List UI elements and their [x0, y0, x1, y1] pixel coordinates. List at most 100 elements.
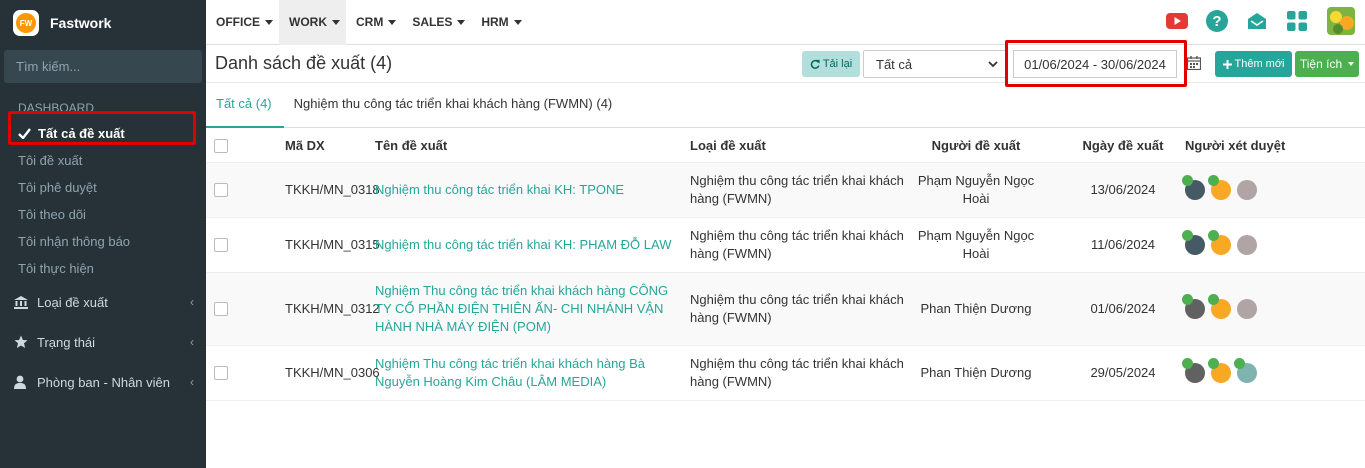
- row-code: TKKH/MN_0312: [285, 301, 380, 316]
- header-person[interactable]: Người đề xuất: [910, 129, 1042, 162]
- row-reviewers: [1182, 218, 1325, 272]
- header-type[interactable]: Loại đề xuất: [690, 129, 910, 162]
- help-icon[interactable]: ?: [1205, 9, 1229, 33]
- row-date: 13/06/2024: [1090, 182, 1156, 197]
- caret-down-icon: [388, 19, 397, 25]
- date-range-input[interactable]: 01/06/2024 - 30/06/2024: [1013, 50, 1177, 78]
- row-checkbox[interactable]: [214, 183, 228, 197]
- sidebar-group-status[interactable]: Trạng thái ‹: [0, 322, 206, 362]
- row-type: Nghiệm thu công tác triển khai khách hàn…: [690, 356, 904, 389]
- sidebar-search: [4, 50, 202, 83]
- approved-check-icon: [1182, 294, 1193, 305]
- select-all-checkbox[interactable]: [214, 138, 228, 153]
- sidebar-item-my-approvals[interactable]: Tôi phê duyệt: [0, 174, 206, 201]
- toolbar: Danh sách đề xuất (4) Tải lại Tất cả 01/…: [206, 45, 1365, 83]
- user-icon: [14, 375, 26, 389]
- caret-down-icon: [457, 19, 466, 25]
- caret-down-icon: [513, 19, 522, 25]
- reviewer-avatar[interactable]: [1208, 358, 1231, 383]
- sidebar-item-label: Tất cả đề xuất: [38, 126, 125, 141]
- filter-select[interactable]: Tất cả: [863, 50, 1007, 78]
- youtube-icon[interactable]: [1165, 9, 1189, 33]
- bank-icon: [14, 295, 28, 309]
- sidebar-item-executing[interactable]: Tôi thực hiện: [0, 255, 206, 282]
- check-icon: [18, 128, 31, 139]
- apps-icon[interactable]: [1285, 9, 1309, 33]
- table-row[interactable]: TKKH/MN_0318 Nghiệm thu công tác triển k…: [206, 163, 1365, 218]
- nav-crm[interactable]: CRM: [346, 0, 402, 45]
- row-name-link[interactable]: Nghiệm Thu công tác triển khai khách hàn…: [375, 273, 685, 345]
- approved-check-icon: [1182, 175, 1193, 186]
- row-checkbox[interactable]: [214, 366, 228, 380]
- reviewer-avatar[interactable]: [1237, 180, 1257, 200]
- row-code: TKKH/MN_0306: [285, 365, 380, 380]
- row-date: 29/05/2024: [1090, 365, 1156, 380]
- reviewer-avatar[interactable]: [1182, 358, 1205, 383]
- sidebar-group-proposal-type[interactable]: Loại đề xuất ‹: [0, 282, 206, 322]
- row-name-link[interactable]: Nghiệm Thu công tác triển khai khách hàn…: [375, 346, 685, 400]
- nav-work[interactable]: WORK: [279, 0, 346, 45]
- reviewer-avatar[interactable]: [1208, 175, 1231, 200]
- approved-check-icon: [1234, 358, 1245, 369]
- table-row[interactable]: TKKH/MN_0306 Nghiệm Thu công tác triển k…: [206, 346, 1365, 401]
- row-person: Phạm Nguyễn Ngọc Hoài: [917, 228, 1035, 261]
- sidebar-group-label: Phòng ban - Nhân viên: [37, 374, 170, 390]
- reviewer-avatar[interactable]: [1237, 235, 1257, 255]
- table-row[interactable]: TKKH/MN_0312 Nghiệm Thu công tác triển k…: [206, 273, 1365, 346]
- header-date[interactable]: Ngày đề xuất: [1062, 129, 1184, 162]
- user-avatar[interactable]: [1327, 7, 1355, 35]
- row-person: Phan Thiện Dương: [920, 301, 1032, 316]
- nav-office[interactable]: OFFICE: [206, 0, 279, 45]
- reviewer-avatar[interactable]: [1182, 294, 1205, 319]
- add-new-button[interactable]: Thêm mới: [1215, 51, 1292, 77]
- row-name-link[interactable]: Nghiệm thu công tác triển khai KH: TPONE: [375, 163, 685, 217]
- header-name[interactable]: Tên đề xuất: [375, 129, 685, 162]
- approved-check-icon: [1182, 358, 1193, 369]
- table-row[interactable]: TKKH/MN_0315 Nghiệm thu công tác triển k…: [206, 218, 1365, 273]
- sidebar-section-title: DASHBOARD: [18, 101, 95, 115]
- utilities-button[interactable]: Tiện ích: [1295, 51, 1359, 77]
- row-checkbox[interactable]: [214, 238, 228, 252]
- sidebar-group-label: Loại đề xuất: [37, 294, 108, 310]
- fastwork-logo: FW: [13, 10, 39, 36]
- approved-check-icon: [1208, 294, 1219, 305]
- caret-down-icon: [265, 19, 273, 25]
- row-type: Nghiệm thu công tác triển khai khách hàn…: [690, 173, 904, 206]
- reviewer-avatar[interactable]: [1208, 294, 1231, 319]
- brand[interactable]: FW Fastwork: [0, 0, 206, 46]
- search-input[interactable]: [16, 59, 192, 74]
- calendar-icon[interactable]: [1187, 56, 1201, 70]
- reviewer-avatar[interactable]: [1208, 230, 1231, 255]
- row-type: Nghiệm thu công tác triển khai khách hàn…: [690, 228, 904, 261]
- row-type: Nghiệm thu công tác triển khai khách hàn…: [690, 292, 904, 325]
- nav-hrm[interactable]: HRM: [471, 0, 527, 45]
- approved-check-icon: [1208, 175, 1219, 186]
- plus-icon: [1222, 59, 1232, 69]
- approved-check-icon: [1208, 358, 1219, 369]
- caret-down-icon: [332, 19, 340, 25]
- row-name-link[interactable]: Nghiệm thu công tác triển khai KH: PHẠM …: [375, 218, 685, 272]
- mail-icon[interactable]: [1245, 9, 1269, 33]
- header-code[interactable]: Mã DX: [285, 129, 365, 162]
- sidebar-item-all-proposals[interactable]: Tất cả đề xuất: [0, 120, 206, 147]
- reload-button[interactable]: Tải lại: [802, 51, 860, 77]
- reviewer-avatar[interactable]: [1182, 230, 1205, 255]
- reviewer-avatar[interactable]: [1234, 358, 1257, 383]
- tab-all[interactable]: Tất cả (4): [206, 84, 284, 128]
- sidebar-item-following[interactable]: Tôi theo dõi: [0, 201, 206, 228]
- chevron-left-icon: ‹: [190, 335, 194, 349]
- refresh-icon: [810, 59, 820, 69]
- sidebar-item-notifications[interactable]: Tôi nhận thông báo: [0, 228, 206, 255]
- sidebar-group-label: Trạng thái: [37, 334, 96, 350]
- chevron-left-icon: ‹: [190, 375, 194, 389]
- nav-sales[interactable]: SALES: [402, 0, 471, 45]
- sidebar: FW Fastwork DASHBOARD Tất cả đề xuất Tôi…: [0, 0, 206, 468]
- reviewer-avatar[interactable]: [1237, 299, 1257, 319]
- reviewer-avatar[interactable]: [1182, 175, 1205, 200]
- row-checkbox[interactable]: [214, 302, 228, 316]
- row-reviewers: [1182, 273, 1325, 345]
- sidebar-item-my-proposals[interactable]: Tôi đề xuất: [0, 147, 206, 174]
- top-nav: OFFICE WORK CRM SALES HRM ?: [206, 0, 1365, 45]
- tab-fwmn[interactable]: Nghiệm thu công tác triển khai khách hàn…: [284, 84, 625, 128]
- sidebar-group-department-staff[interactable]: Phòng ban - Nhân viên ‹: [0, 362, 206, 402]
